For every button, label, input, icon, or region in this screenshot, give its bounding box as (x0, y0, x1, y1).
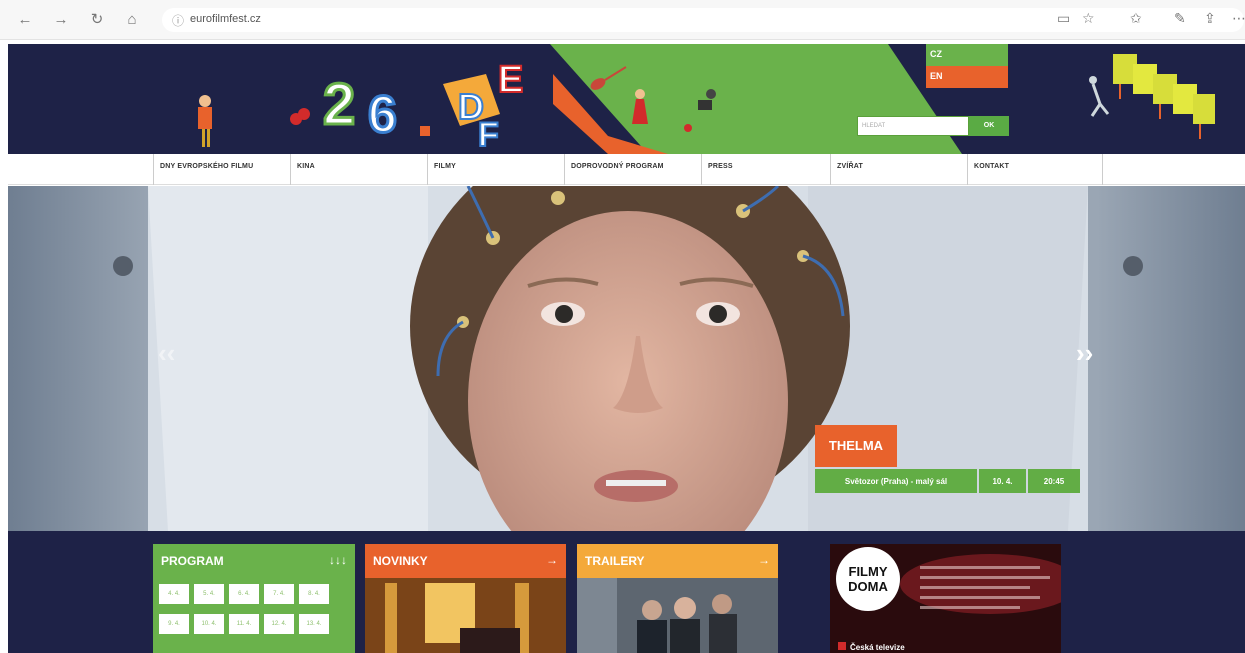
novinky-card-title: NOVINKY (373, 554, 428, 568)
trailery-card[interactable]: TRAILERY → (577, 544, 778, 653)
nav-item-filmy[interactable]: FILMY (427, 154, 564, 185)
filmy-doma-logo-line1: FILMY (849, 564, 888, 579)
day-button[interactable]: 4. 4. (159, 584, 189, 604)
day-button[interactable]: 7. 4. (264, 584, 294, 604)
lang-cz-button[interactable]: CZ (926, 44, 1008, 66)
hero-date: 10. 4. (979, 469, 1026, 493)
language-switcher: CZ EN (926, 44, 1008, 88)
home-icon[interactable]: ⌂ (121, 9, 143, 31)
refresh-icon[interactable]: ↻ (86, 9, 108, 31)
browser-toolbar: ← → ↻ ⌂ ⓘ eurofilmfest.cz ▭ ☆ ✩ ✎ ⇪ ⋯ (0, 0, 1245, 40)
arrow-right-icon: → (546, 553, 558, 567)
svg-text:2: 2 (323, 72, 355, 137)
svg-text:E: E (498, 59, 523, 101)
day-button[interactable]: 13. 4. (299, 614, 329, 634)
filmy-doma-image: FILMY DOMA Česká televize (830, 544, 1061, 653)
day-button[interactable]: 6. 4. (229, 584, 259, 604)
program-card-header[interactable]: PROGRAM ↓↓↓ (153, 544, 355, 578)
favorite-star-icon[interactable]: ☆ (1082, 10, 1095, 27)
more-icon[interactable]: ⋯ (1232, 10, 1245, 27)
hero-venue: Světozor (Praha) - malý sál (815, 469, 977, 493)
trailery-card-header[interactable]: TRAILERY → (577, 544, 778, 578)
lang-en-button[interactable]: EN (926, 66, 1008, 88)
program-card-title: PROGRAM (161, 554, 224, 568)
day-button[interactable]: 5. 4. (194, 584, 224, 604)
address-bar[interactable]: ⓘ eurofilmfest.cz ▭ ☆ ✩ ✎ ⇪ ⋯ (162, 8, 1245, 32)
favorites-icon[interactable]: ✩ (1130, 10, 1142, 27)
notes-icon[interactable]: ✎ (1174, 10, 1186, 27)
share-icon[interactable]: ⇪ (1204, 10, 1216, 27)
search-button[interactable]: OK (969, 116, 1009, 136)
nav-item-zvirat[interactable]: ZVÍŘAT (830, 154, 967, 185)
search-form: HLEDAT OK (857, 116, 1009, 136)
info-icon[interactable]: ⓘ (172, 12, 184, 29)
novinky-card-header[interactable]: NOVINKY → (365, 544, 566, 578)
trailery-card-title: TRAILERY (585, 554, 645, 568)
day-button[interactable]: 11. 4. (229, 614, 259, 634)
svg-text:F: F (478, 116, 499, 154)
day-button[interactable]: 10. 4. (194, 614, 224, 634)
ceska-televize-logo: Česká televize (850, 643, 905, 652)
address-url[interactable]: eurofilmfest.cz (190, 13, 261, 25)
trailery-image (577, 578, 778, 653)
reading-view-icon[interactable]: ▭ (1057, 10, 1070, 27)
forward-icon[interactable]: → (50, 9, 72, 31)
slider-next-arrow[interactable]: ›› (1076, 338, 1093, 369)
hero-time: 20:45 (1028, 469, 1080, 493)
novinky-image (365, 578, 566, 653)
program-card[interactable]: PROGRAM ↓↓↓ 4. 4. 5. 4. 6. 4. 7. 4. 8. 4. 9.… (153, 544, 355, 653)
site-header: 2 6 D E F (8, 44, 1245, 154)
nav-item-dny-evropskeho-filmu[interactable]: DNY EVROPSKÉHO FILMU (153, 154, 290, 185)
nav-item-kina[interactable]: KINA (290, 154, 427, 185)
svg-text:6: 6 (368, 86, 397, 144)
header-illustration: 2 6 D E F (198, 44, 1215, 154)
day-button[interactable]: 9. 4. (159, 614, 189, 634)
slider-prev-arrow[interactable]: ‹‹ (158, 338, 175, 369)
main-nav: DNY EVROPSKÉHO FILMU KINA FILMY DOPROVOD… (8, 154, 1245, 185)
down-arrows-icon: ↓↓↓ (329, 553, 347, 567)
program-days: 4. 4. 5. 4. 6. 4. 7. 4. 8. 4. 9. 4. 10. 4. 11.… (153, 578, 355, 644)
novinky-card[interactable]: NOVINKY → (365, 544, 566, 653)
filmy-doma-banner[interactable]: FILMY DOMA Česká televize (830, 544, 1061, 653)
nav-item-kontakt[interactable]: KONTAKT (967, 154, 1103, 185)
day-button[interactable]: 8. 4. (299, 584, 329, 604)
back-icon[interactable]: ← (14, 9, 36, 31)
arrow-right-icon: → (758, 553, 770, 567)
nav-item-press[interactable]: PRESS (701, 154, 830, 185)
nav-item-doprovodny-program[interactable]: DOPROVODNÝ PROGRAM (564, 154, 701, 185)
search-input[interactable]: HLEDAT (857, 116, 969, 136)
hero-film-title[interactable]: THELMA (815, 425, 897, 467)
filmy-doma-logo-line2: DOMA (848, 579, 888, 594)
day-button[interactable]: 12. 4. (264, 614, 294, 634)
